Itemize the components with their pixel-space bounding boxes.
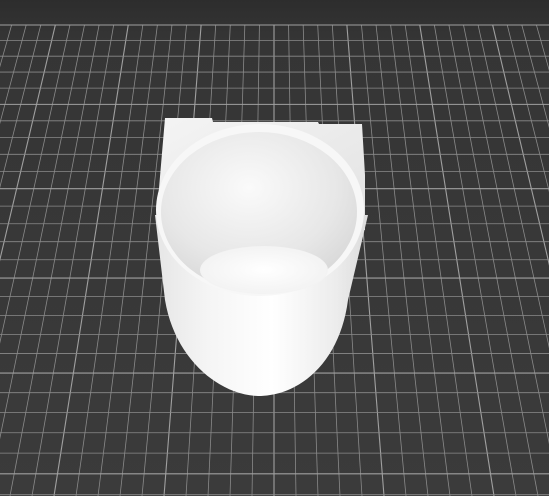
- viewport-canvas[interactable]: [0, 0, 549, 496]
- cup-holder-model-icon[interactable]: [155, 118, 368, 396]
- grid-line: [0, 24, 27, 125]
- grid-line: [419, 24, 495, 496]
- grid-line: [53, 24, 129, 496]
- grid-line: [521, 24, 549, 129]
- grid-line: [506, 24, 549, 193]
- cup-inner-floor: [200, 246, 328, 294]
- grid-line: [0, 24, 71, 344]
- grid-line: [477, 24, 549, 349]
- grid-line: [0, 24, 56, 262]
- grid-line: [0, 24, 85, 440]
- grid-line: [536, 24, 549, 71]
- grid-line: [0, 24, 12, 68]
- model-viewport[interactable]: [0, 0, 549, 496]
- grid-line: [433, 24, 517, 496]
- grid-line: [0, 24, 42, 189]
- grid-line: [463, 24, 549, 445]
- grid-line: [31, 24, 115, 496]
